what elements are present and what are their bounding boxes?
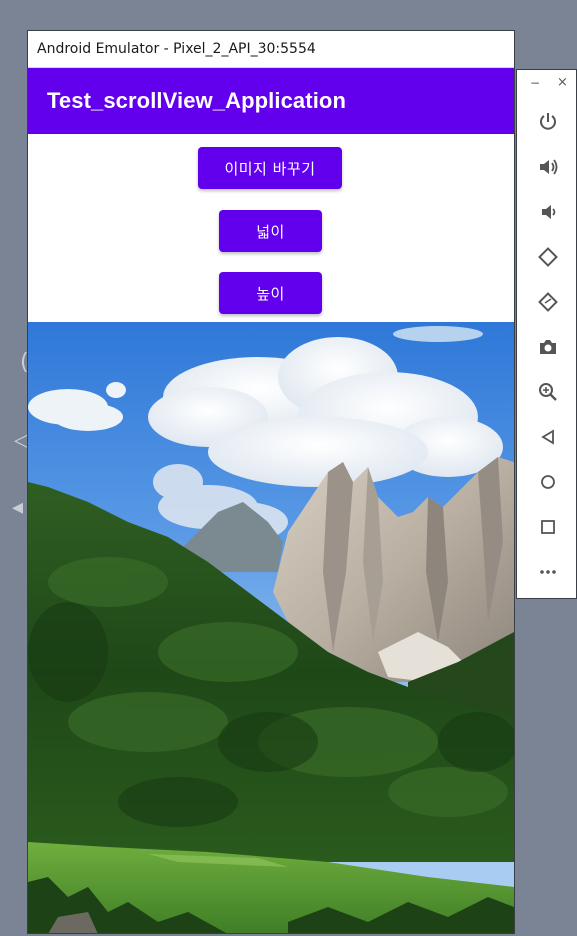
height-button[interactable]: 높이 — [219, 272, 322, 314]
back-icon[interactable] — [535, 424, 561, 450]
rotate-left-icon[interactable] — [535, 244, 561, 270]
app-bar: Test_scrollView_Application — [28, 68, 514, 134]
camera-icon[interactable] — [535, 334, 561, 360]
device-screen: Test_scrollView_Application 이미지 바꾸기 넓이 높… — [28, 68, 514, 933]
more-icon[interactable] — [535, 559, 561, 585]
emulator-side-panel: − × — [516, 69, 577, 599]
power-icon[interactable] — [535, 109, 561, 135]
emulator-window: Android Emulator - Pixel_2_API_30:5554 T… — [27, 30, 515, 934]
window-title: Android Emulator - Pixel_2_API_30:5554 — [37, 41, 316, 57]
rotate-right-icon[interactable] — [535, 289, 561, 315]
width-button[interactable]: 넓이 — [219, 210, 322, 252]
desktop-artifact: ◂ — [12, 495, 24, 520]
button-area: 이미지 바꾸기 넓이 높이 — [28, 134, 514, 322]
side-panel-header: − × — [517, 75, 576, 96]
emulator-titlebar[interactable]: Android Emulator - Pixel_2_API_30:5554 — [28, 31, 514, 68]
volume-up-icon[interactable] — [535, 154, 561, 180]
volume-down-icon[interactable] — [535, 199, 561, 225]
home-icon[interactable] — [535, 469, 561, 495]
overview-icon[interactable] — [535, 514, 561, 540]
close-button[interactable]: × — [557, 75, 568, 90]
change-image-button[interactable]: 이미지 바꾸기 — [198, 147, 342, 189]
mountain-landscape-image — [28, 322, 514, 933]
minimize-button[interactable]: − — [530, 76, 540, 90]
app-title: Test_scrollView_Application — [47, 88, 346, 113]
zoom-icon[interactable] — [535, 379, 561, 405]
